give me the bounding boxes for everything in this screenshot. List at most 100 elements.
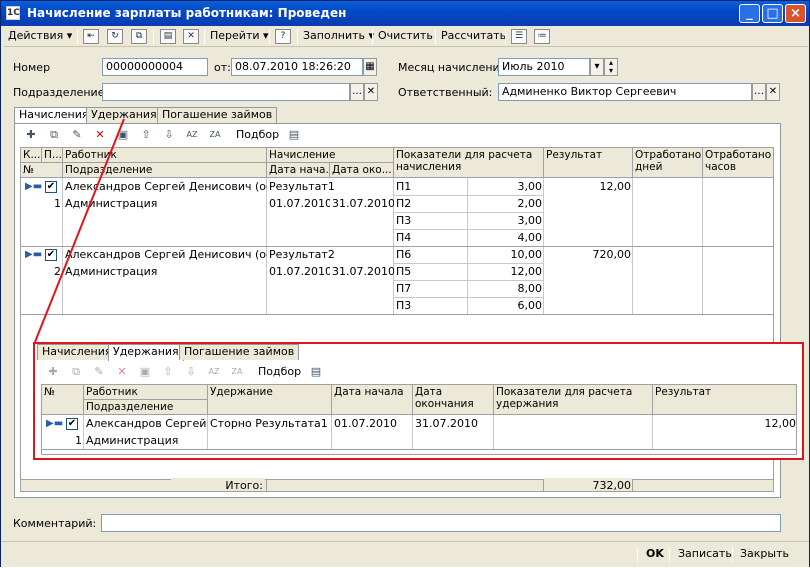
result-cell[interactable]: 12,00 bbox=[544, 179, 633, 195]
number-field[interactable]: 00000000004 bbox=[102, 58, 208, 76]
indicator-value[interactable]: 2,00 bbox=[468, 196, 544, 212]
calculate-button[interactable]: Рассчитать bbox=[441, 28, 506, 45]
title-bar: 1С Начисление зарплаты работникам: Прове… bbox=[1, 1, 809, 26]
sort-desc-icon[interactable]: ZA bbox=[207, 127, 223, 143]
col-header-num[interactable]: № bbox=[21, 163, 63, 178]
col-header-start[interactable]: Дата нача... bbox=[267, 163, 330, 178]
save-button[interactable]: Записать bbox=[678, 547, 732, 560]
result-cell[interactable]: 720,00 bbox=[544, 247, 633, 263]
table-view-icon[interactable]: ☰ bbox=[511, 29, 527, 44]
number-label: Номер bbox=[13, 61, 51, 74]
close-button[interactable]: Закрыть bbox=[740, 547, 789, 560]
month-field[interactable]: Июль 2010 bbox=[498, 58, 590, 76]
row-active-checkbox[interactable]: ✔ bbox=[45, 181, 57, 193]
division-field[interactable] bbox=[102, 83, 350, 101]
accruals-row-toolbar: ✚ ⧉ ✎ ✕ ▣ ⇧ ⇩ AZ ZA Подбор ▤ bbox=[23, 126, 323, 144]
refresh-icon[interactable]: ↻ bbox=[107, 29, 123, 44]
indicator-value[interactable]: 6,00 bbox=[468, 298, 544, 314]
start-date-cell[interactable]: 01.07.2010 bbox=[267, 196, 330, 212]
indicator-name: П4 bbox=[396, 231, 412, 244]
col-header-k[interactable]: К... bbox=[21, 148, 42, 163]
indicator-name: П1 bbox=[396, 180, 412, 193]
edit-row-icon[interactable]: ✎ bbox=[69, 127, 85, 143]
highlight-frame bbox=[33, 342, 804, 460]
sort-asc-icon[interactable]: AZ bbox=[184, 127, 200, 143]
fill-menu[interactable]: Заполнить ▾ bbox=[303, 28, 374, 45]
col-header-end[interactable]: Дата око... bbox=[330, 163, 394, 178]
move-up-icon[interactable]: ⇧ bbox=[138, 127, 154, 143]
indicator-value[interactable]: 4,00 bbox=[468, 230, 544, 246]
col-header-p[interactable]: П... bbox=[42, 148, 63, 163]
indicator-value[interactable]: 12,00 bbox=[468, 264, 544, 280]
close-window-button[interactable]: × bbox=[785, 4, 806, 23]
indicator-value[interactable]: 8,00 bbox=[468, 281, 544, 297]
month-stepper-icon[interactable]: ▴ ▾ bbox=[604, 58, 618, 76]
copy-icon[interactable]: ⧉ bbox=[131, 29, 147, 44]
col-header-division[interactable]: Подразделение bbox=[63, 163, 267, 178]
employee-cell[interactable]: Александров Сергей Денисович (осн.) bbox=[63, 247, 267, 263]
month-dropdown-icon[interactable]: ▾ bbox=[590, 58, 604, 76]
indicator-name: П3 bbox=[396, 299, 412, 312]
indicator-name: П5 bbox=[396, 265, 412, 278]
delete-row-icon[interactable]: ✕ bbox=[92, 127, 108, 143]
tab-deductions[interactable]: Удержания bbox=[86, 107, 162, 123]
bottom-button-bar: OK Записать Закрыть bbox=[1, 541, 809, 567]
clear-button[interactable]: Очистить bbox=[378, 28, 433, 45]
division-clear-icon[interactable]: ✕ bbox=[364, 83, 378, 101]
responsible-select-icon[interactable]: … bbox=[752, 83, 766, 101]
calendar-icon[interactable]: ▦ bbox=[363, 58, 377, 76]
indicator-value[interactable]: 3,00 bbox=[468, 179, 544, 195]
date-field[interactable]: 08.07.2010 18:26:20 bbox=[231, 58, 363, 76]
col-header-indicators[interactable]: Показатели для расчета начисления bbox=[394, 148, 544, 178]
unpost-document-icon[interactable]: ✕ bbox=[183, 29, 199, 44]
document-icon[interactable]: ▤ bbox=[286, 127, 302, 143]
maximize-button[interactable]: □ bbox=[762, 4, 783, 23]
end-date-cell[interactable]: 31.07.2010 bbox=[330, 264, 394, 280]
total-label: Итого: bbox=[171, 478, 265, 491]
division-cell[interactable]: Администрация bbox=[63, 264, 267, 280]
division-cell[interactable]: Администрация bbox=[63, 196, 267, 212]
minimize-button[interactable]: _ bbox=[739, 4, 760, 23]
help-button[interactable]: ? bbox=[275, 29, 291, 44]
tab-loan-repayment[interactable]: Погашение займов bbox=[157, 107, 278, 123]
col-header-employee[interactable]: Работник bbox=[63, 148, 267, 163]
move-down-icon[interactable]: ⇩ bbox=[161, 127, 177, 143]
actions-menu[interactable]: Действия ▾ bbox=[8, 28, 72, 45]
end-edit-icon[interactable]: ▣ bbox=[115, 127, 131, 143]
indicator-name: П7 bbox=[396, 282, 412, 295]
responsible-field[interactable]: Админенко Виктор Сергеевич bbox=[498, 83, 752, 101]
row-number: 1 bbox=[54, 197, 61, 210]
copy-row-icon[interactable]: ⧉ bbox=[46, 127, 62, 143]
accrual-cell[interactable]: Результат1 bbox=[267, 179, 394, 195]
comment-field[interactable] bbox=[101, 514, 781, 532]
division-select-icon[interactable]: … bbox=[350, 83, 364, 101]
start-date-cell[interactable]: 01.07.2010 bbox=[267, 264, 330, 280]
total-value: 732,00 bbox=[544, 478, 633, 491]
indicator-value[interactable]: 3,00 bbox=[468, 213, 544, 229]
goto-menu[interactable]: Перейти ▾ bbox=[210, 28, 269, 45]
window-title: Начисление зарплаты работникам: Проведен bbox=[27, 6, 347, 20]
ok-button[interactable]: OK bbox=[646, 547, 664, 560]
indicator-value[interactable]: 10,00 bbox=[468, 247, 544, 263]
add-row-icon[interactable]: ✚ bbox=[23, 127, 39, 143]
row-active-checkbox[interactable]: ✔ bbox=[45, 249, 57, 261]
document-window: 1С Начисление зарплаты работникам: Прове… bbox=[0, 0, 810, 567]
col-header-hours[interactable]: Отработано часов bbox=[703, 148, 773, 178]
accrual-cell[interactable]: Результат2 bbox=[267, 247, 394, 263]
end-date-cell[interactable]: 31.07.2010 bbox=[330, 196, 394, 212]
division-label: Подразделение: bbox=[13, 86, 109, 99]
row-type-icon: ▶▬ bbox=[25, 249, 43, 260]
settings-list-icon[interactable]: ≔ bbox=[534, 29, 550, 44]
tab-accruals[interactable]: Начисления bbox=[14, 107, 94, 124]
col-header-result[interactable]: Результат bbox=[544, 148, 633, 178]
post-document-icon[interactable]: ▤ bbox=[160, 29, 176, 44]
responsible-label: Ответственный: bbox=[398, 86, 493, 99]
comment-label: Комментарий: bbox=[13, 517, 97, 530]
col-header-days[interactable]: Отработано дней bbox=[633, 148, 703, 178]
col-header-accrual[interactable]: Начисление bbox=[267, 148, 394, 163]
responsible-clear-icon[interactable]: ✕ bbox=[766, 83, 780, 101]
back-icon[interactable]: ⇤ bbox=[83, 29, 99, 44]
selection-button[interactable]: Подбор bbox=[236, 128, 279, 141]
employee-cell[interactable]: Александров Сергей Денисович (осн.) bbox=[63, 179, 267, 195]
month-label: Месяц начисления: bbox=[398, 61, 510, 74]
